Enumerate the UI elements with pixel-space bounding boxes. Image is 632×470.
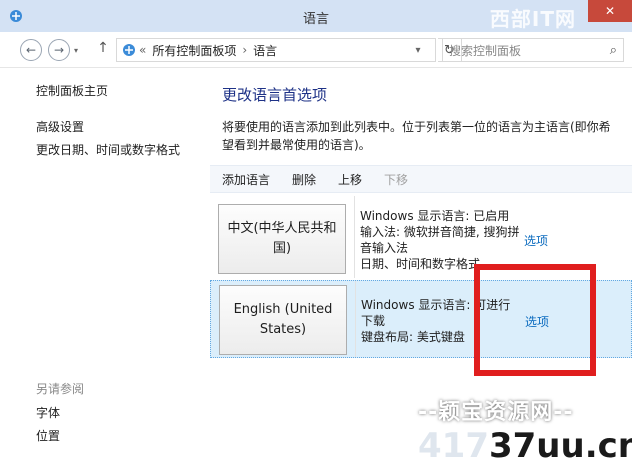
watermark-domain-prefix: 417 [418,426,489,466]
location-link[interactable]: 位置 [36,427,60,444]
breadcrumb-language[interactable]: 语言 [253,42,277,59]
page-description: 将要使用的语言添加到此列表中。位于列表第一位的语言为主语言(即你希望看到并最常使… [222,120,611,152]
search-input[interactable]: 搜索控制面板 ⌕ [442,38,624,62]
change-date-time-link[interactable]: 更改日期、时间或数字格式 [36,141,180,158]
advanced-settings-link[interactable]: 高级设置 [36,118,84,135]
breadcrumb-separator-icon: › [242,43,248,57]
search-icon: ⌕ [609,43,617,58]
watermark-domain-text: 37uu.cn [488,426,632,466]
language-info-line: 输入法: 微软拼音简捷, 搜狗拼音输入法 [360,225,520,255]
search-placeholder: 搜索控制面板 [449,43,522,58]
forward-arrow-icon: → [53,43,65,57]
language-name-button[interactable]: English (United States) [219,285,347,355]
see-also-heading: 另请参阅 [36,382,85,396]
control-panel-small-icon [123,44,135,56]
language-name-button[interactable]: 中文(中华人民共和国) [218,204,346,274]
title-bar: 语言 西部IT网 ✕ [0,0,632,32]
language-info: Windows 显示语言: 已启用 输入法: 微软拼音简捷, 搜狗拼音输入法 日… [360,208,520,272]
fonts-link[interactable]: 字体 [36,404,60,421]
address-dropdown-icon[interactable]: ▾ [410,38,426,62]
language-toolbar: 添加语言 删除 上移 下移 [210,165,632,193]
options-link[interactable]: 选项 [524,232,548,249]
add-language-button[interactable]: 添加语言 [222,171,270,188]
up-button[interactable]: ↑ [96,40,110,60]
close-icon: ✕ [604,4,616,18]
back-arrow-icon: ← [25,43,37,57]
highlight-annotation [474,264,596,376]
move-down-button[interactable]: 下移 [384,171,408,188]
remove-button[interactable]: 删除 [292,171,316,188]
watermark-strip: --颖宝资源网-- [418,400,574,425]
breadcrumb-all-items[interactable]: 所有控制面板项 [152,42,236,59]
forward-button[interactable]: → [48,39,70,61]
move-up-button[interactable]: 上移 [338,171,362,188]
control-panel-home-link[interactable]: 控制面板主页 [36,82,108,99]
row-divider [355,281,356,357]
page-title: 更改语言首选项 [222,86,328,104]
breadcrumb-overflow[interactable]: « [139,43,146,57]
row-divider [354,196,355,278]
back-button[interactable]: ← [20,39,42,61]
language-info-line: Windows 显示语言: 已启用 [360,209,510,223]
address-row: ← → ▾ ↑ « 所有控制面板项 › 语言 ▾ ↻ 搜索控制面板 ⌕ [0,32,632,68]
watermark-domain: 41737uu.cn [418,426,632,470]
watermark-logo: 西部IT网 [489,7,576,31]
recent-pages-chevron-icon[interactable]: ▾ [74,46,78,55]
address-bar[interactable]: « 所有控制面板项 › 语言 [116,38,436,62]
up-arrow-icon: ↑ [97,40,109,56]
close-button[interactable]: ✕ [588,0,632,22]
